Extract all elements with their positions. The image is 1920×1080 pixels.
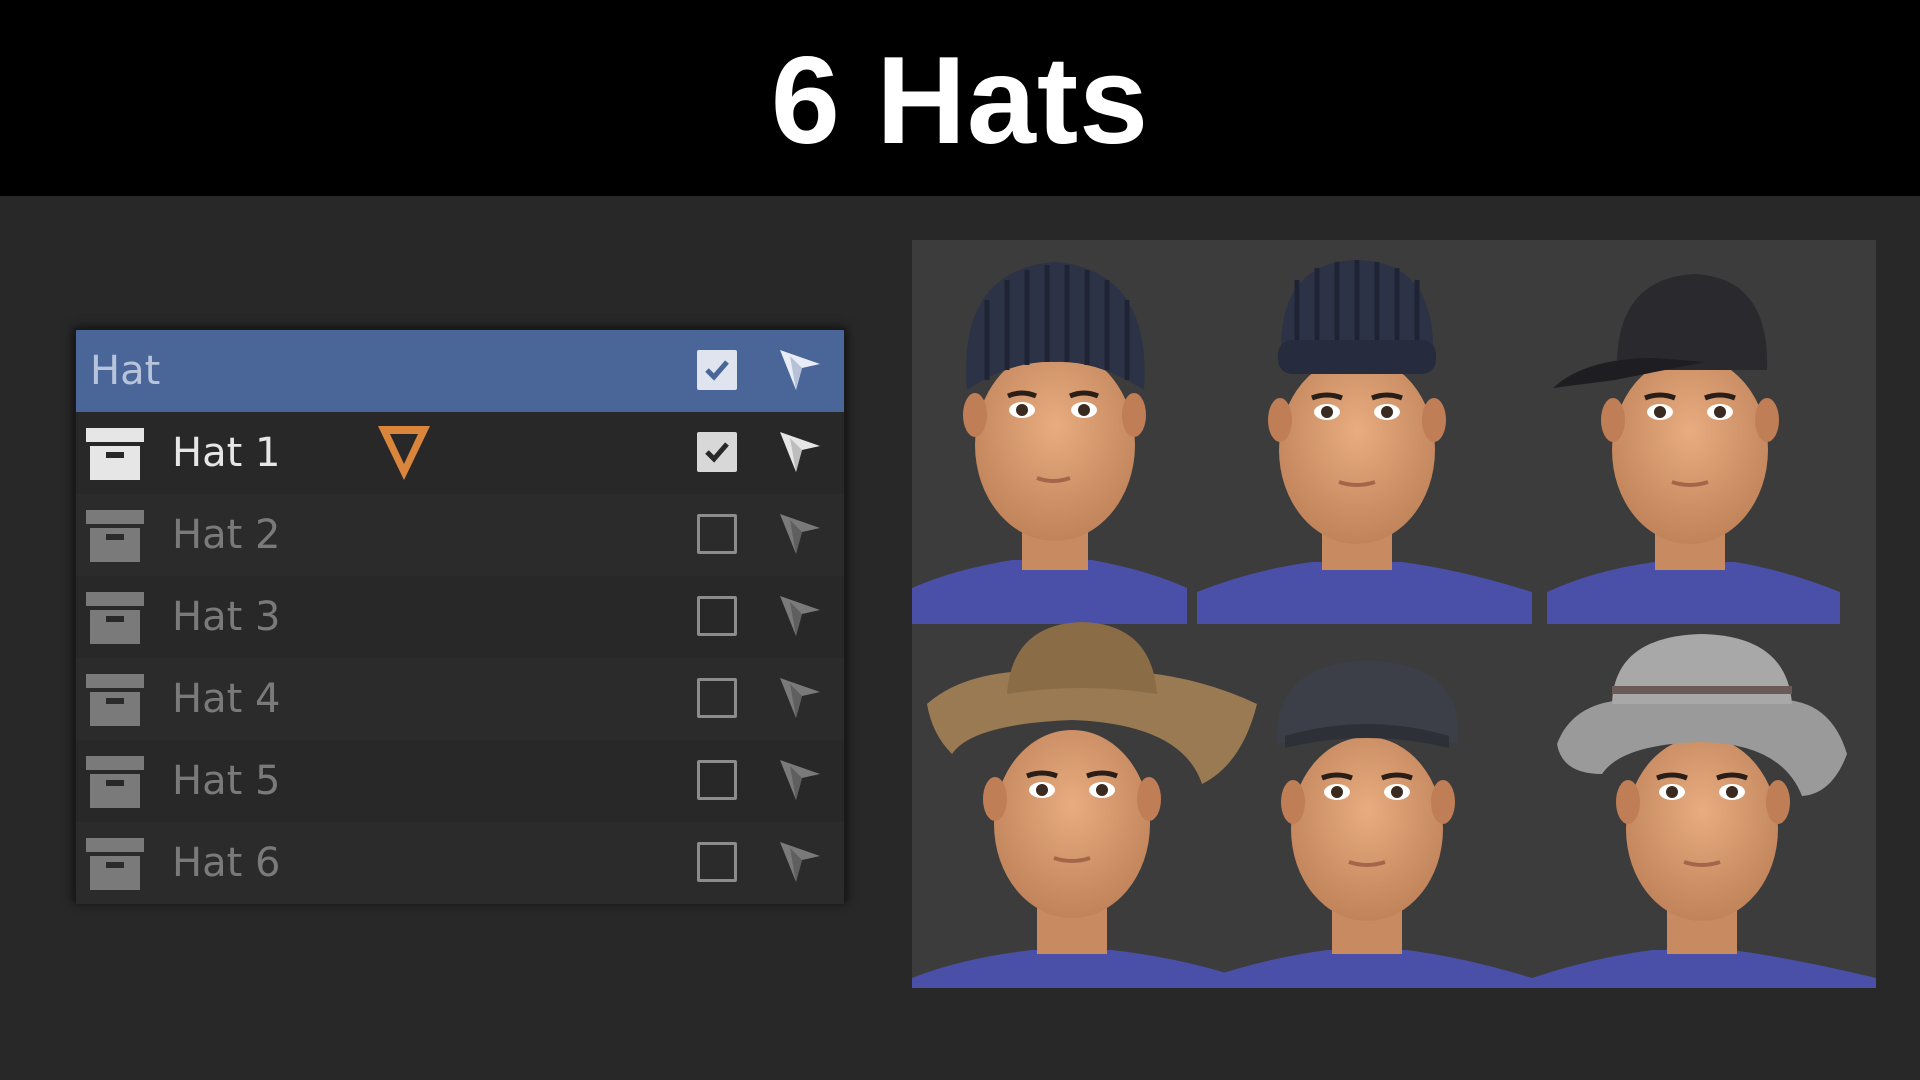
visibility-checkbox[interactable] (697, 514, 737, 554)
render-cowboy-hat (912, 622, 1257, 988)
render-beanie-tall (912, 262, 1187, 624)
checkmark-icon (705, 442, 729, 463)
list-item-hat-6[interactable]: Hat 6 (76, 822, 844, 904)
archive-box-icon (86, 428, 144, 480)
visibility-checkbox[interactable] (697, 350, 737, 390)
item-label: Hat 3 (172, 594, 281, 640)
list-item-hat-5[interactable]: Hat 5 (76, 740, 844, 822)
item-label: Hat 6 (172, 840, 281, 886)
select-cursor-icon[interactable] (776, 428, 824, 476)
collection-label: Hat (90, 348, 161, 394)
render-preview-grid (912, 240, 1876, 988)
checkmark-icon (705, 360, 729, 381)
select-cursor-icon[interactable] (776, 592, 824, 640)
visibility-checkbox[interactable] (697, 842, 737, 882)
list-item-hat-2[interactable]: Hat 2 (76, 494, 844, 576)
render-beanie-fisherman (1197, 260, 1532, 624)
visibility-checkbox[interactable] (697, 760, 737, 800)
render-baseball-cap (1547, 274, 1840, 624)
title-banner: 6 Hats (0, 0, 1920, 196)
outliner-panel: Hat Hat 1 Hat 2 Hat 3 Hat 4 Hat 5 Hat 6 (74, 328, 846, 904)
item-label: Hat 1 (172, 430, 281, 476)
select-cursor-icon[interactable] (776, 756, 824, 804)
item-label: Hat 5 (172, 758, 281, 804)
archive-box-icon (86, 838, 144, 890)
render-bucket-hat (1532, 634, 1876, 988)
select-cursor-icon[interactable] (776, 510, 824, 558)
visibility-checkbox[interactable] (697, 596, 737, 636)
item-label: Hat 2 (172, 512, 281, 558)
archive-box-icon (86, 510, 144, 562)
collection-row-hat[interactable]: Hat (76, 330, 844, 412)
select-cursor-icon[interactable] (776, 838, 824, 886)
modifier-wrench-triangle-icon[interactable] (376, 424, 432, 482)
render-newsboy-cap (1207, 660, 1532, 988)
item-label: Hat 4 (172, 676, 281, 722)
select-cursor-icon[interactable] (776, 674, 824, 722)
archive-box-icon (86, 756, 144, 808)
visibility-checkbox[interactable] (697, 432, 737, 472)
archive-box-icon (86, 674, 144, 726)
hat-renders-image (912, 260, 1876, 988)
archive-box-icon (86, 592, 144, 644)
list-item-hat-1[interactable]: Hat 1 (76, 412, 844, 494)
select-cursor-icon[interactable] (776, 346, 824, 394)
list-item-hat-3[interactable]: Hat 3 (76, 576, 844, 658)
list-item-hat-4[interactable]: Hat 4 (76, 658, 844, 740)
visibility-checkbox[interactable] (697, 678, 737, 718)
page-title: 6 Hats (770, 32, 1150, 170)
